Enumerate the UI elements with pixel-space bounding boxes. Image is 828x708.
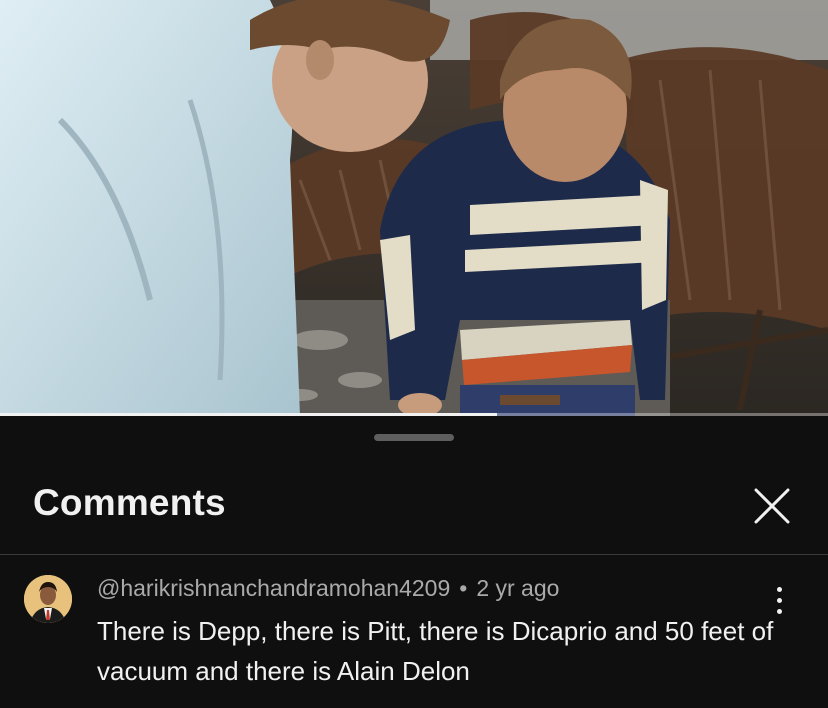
comment-author[interactable]: @harikrishnanchandramohan4209 xyxy=(97,575,450,601)
comment-item: @harikrishnanchandramohan4209 • 2 yr ago T… xyxy=(0,555,828,708)
sheet-drag-handle[interactable] xyxy=(374,434,454,441)
comment-more-button[interactable] xyxy=(764,581,796,621)
avatar-image xyxy=(24,575,72,623)
comments-title: Comments xyxy=(33,482,226,523)
app-root: Comments @harikrishnanchandramohan4209 •… xyxy=(0,0,828,708)
comments-sheet: Comments @harikrishnanchandramohan4209 •… xyxy=(0,416,828,708)
avatar[interactable] xyxy=(24,575,72,623)
close-icon xyxy=(754,488,790,524)
video-frame xyxy=(0,0,828,416)
close-button[interactable] xyxy=(744,478,800,534)
comment-text: There is Depp, there is Pitt, there is D… xyxy=(97,616,774,686)
comment-meta: @harikrishnanchandramohan4209 • 2 yr ago xyxy=(97,575,559,602)
meta-separator: • xyxy=(459,575,468,601)
comment-time: 2 yr ago xyxy=(476,575,560,601)
video-player[interactable] xyxy=(0,0,828,416)
